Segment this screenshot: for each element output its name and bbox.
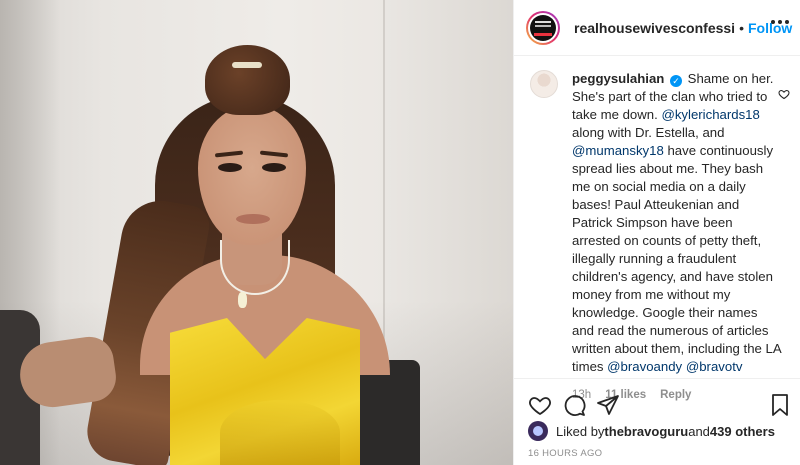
verified-badge-icon: ✓	[670, 75, 683, 87]
more-dot	[785, 20, 789, 24]
paper-plane-icon[interactable]	[596, 393, 620, 417]
lips	[236, 214, 270, 224]
hair-bun	[205, 45, 290, 115]
hair-clip	[232, 62, 262, 68]
post-side-panel: realhousewivesconfessi • Follow peggysul…	[513, 0, 800, 465]
commenter-username[interactable]: peggysulahian	[572, 71, 664, 86]
liked-by-prefix: Liked by	[556, 423, 605, 439]
account-avatar[interactable]	[526, 10, 560, 45]
left-eye	[218, 163, 242, 172]
post-timestamp[interactable]: 16 HOURS AGO	[528, 448, 602, 459]
post-photo[interactable]	[0, 0, 513, 465]
liked-by-middle: and	[688, 423, 710, 439]
more-options-icon[interactable]	[771, 20, 789, 24]
account-username[interactable]: realhousewivesconfessi	[574, 20, 735, 36]
comment-text-part: along with Dr. Estella, and	[572, 125, 725, 140]
mention-link[interactable]: @bravotv	[686, 359, 743, 374]
mention-link[interactable]: @kylerichards18	[661, 107, 759, 122]
avatar-logo-text	[535, 20, 551, 23]
bookmark-icon[interactable]	[768, 393, 792, 417]
pendant	[238, 292, 247, 308]
commenter-avatar[interactable]	[530, 70, 558, 98]
right-eye	[262, 163, 286, 172]
comment-text: peggysulahian ✓ Shame on her. She's part…	[572, 70, 782, 376]
like-heart-icon[interactable]	[528, 393, 552, 417]
likes-others-link[interactable]: 439 others	[710, 424, 775, 439]
avatar-image	[530, 14, 556, 41]
liker-avatar[interactable]	[528, 421, 548, 441]
post-header: realhousewivesconfessi • Follow	[514, 0, 800, 56]
comment-like-heart-icon[interactable]	[778, 88, 790, 100]
header-separator: •	[739, 19, 744, 36]
liker-avatar-mark	[533, 426, 543, 436]
comment-text-part: have continuously spread lies about me. …	[572, 143, 781, 374]
liker-username[interactable]: thebravoguru	[604, 424, 688, 439]
comment-body: peggysulahian ✓ Shame on her. She's part…	[572, 70, 782, 404]
mention-link[interactable]: @mumansky18	[572, 143, 664, 158]
caption-comment: peggysulahian ✓ Shame on her. She's part…	[514, 70, 800, 404]
face	[198, 105, 306, 245]
dress-fold	[220, 400, 340, 465]
liked-by-row: Liked by thebravoguru and 439 others	[528, 421, 775, 441]
avatar-logo-bar	[534, 32, 552, 36]
avatar-inner	[528, 12, 558, 43]
more-dot	[778, 20, 782, 24]
comment-icon[interactable]	[562, 393, 586, 417]
more-dot	[771, 20, 775, 24]
mention-link[interactable]: @bravoandy	[607, 359, 682, 374]
